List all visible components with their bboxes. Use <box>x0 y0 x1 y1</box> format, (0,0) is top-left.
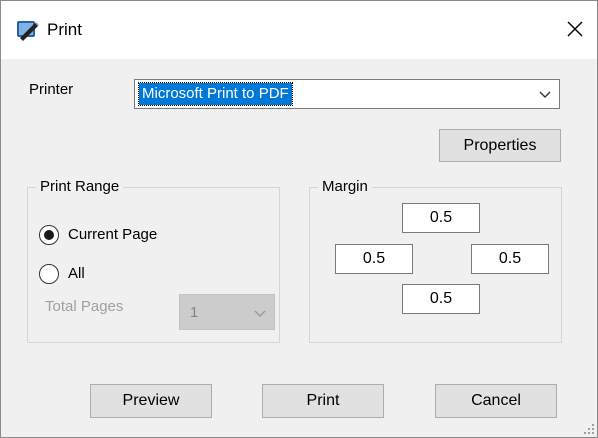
printer-selected-value: Microsoft Print to PDF <box>138 82 293 106</box>
cancel-button[interactable]: Cancel <box>435 384 557 418</box>
all-pages-label[interactable]: All <box>68 265 85 282</box>
preview-button[interactable]: Preview <box>90 384 212 418</box>
margin-right-input[interactable]: 0.5 <box>471 244 549 274</box>
chevron-down-icon <box>539 91 551 98</box>
margin-left-input[interactable]: 0.5 <box>335 244 413 274</box>
properties-button[interactable]: Properties <box>439 129 561 162</box>
current-page-label[interactable]: Current Page <box>68 226 157 243</box>
window-title: Print <box>47 20 82 39</box>
chevron-down-icon <box>254 310 266 317</box>
printer-dropdown[interactable]: Microsoft Print to PDF <box>134 79 560 109</box>
print-button[interactable]: Print <box>262 384 384 418</box>
current-page-radio[interactable] <box>39 225 59 245</box>
title-bar: Print <box>1 1 597 59</box>
margin-top-input[interactable]: 0.5 <box>402 203 480 233</box>
margin-bottom-input[interactable]: 0.5 <box>402 284 480 314</box>
printer-pen-icon <box>17 21 39 41</box>
margin-legend: Margin <box>318 178 372 195</box>
total-pages-label: Total Pages <box>45 298 124 315</box>
close-button[interactable] <box>557 11 593 47</box>
printer-label: Printer <box>29 81 74 98</box>
resize-grip-icon[interactable] <box>583 423 595 435</box>
all-pages-radio[interactable] <box>39 264 59 284</box>
total-pages-value: 1 <box>190 304 199 321</box>
print-range-legend: Print Range <box>36 178 124 195</box>
total-pages-dropdown: 1 <box>179 294 275 330</box>
close-icon <box>567 21 583 37</box>
print-dialog: Print Printer Microsoft Print to PDF Pro… <box>0 0 598 438</box>
radio-selected-dot <box>44 230 54 240</box>
